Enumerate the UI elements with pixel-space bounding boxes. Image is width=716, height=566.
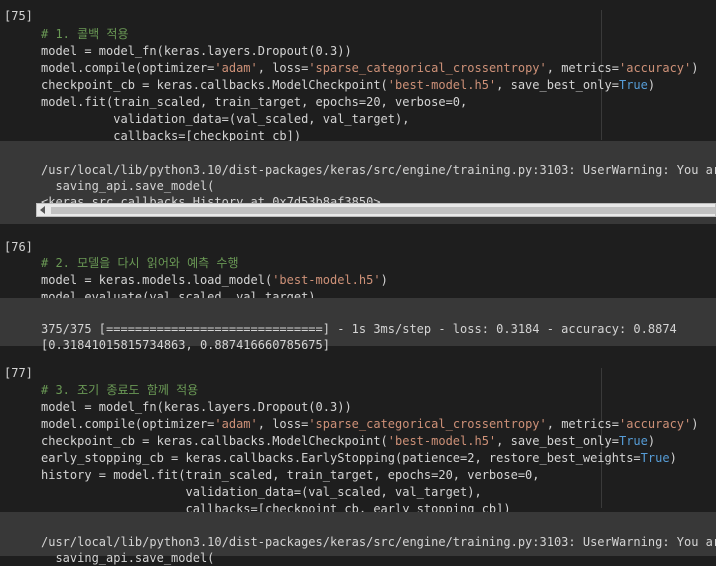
code-string: 'sparse_categorical_crossentropy' — [308, 417, 547, 431]
scroll-thumb[interactable] — [51, 207, 715, 214]
output-text: /usr/local/lib/python3.10/dist-packages/… — [41, 518, 716, 566]
code-line: model.compile(optimizer= — [41, 417, 215, 431]
code-editor[interactable]: # 1. 콜백 적용 model = model_fn(keras.layers… — [41, 9, 698, 145]
code-cell-77[interactable]: [77] # 3. 조기 종료도 함께 적용 model = model_fn(… — [0, 358, 716, 516]
execution-count: [75] — [4, 9, 33, 23]
code-keyword: True — [618, 434, 648, 448]
code-line: , metrics= — [546, 61, 619, 75]
result-line: [0.31841015815734863, 0.887416660785675] — [41, 338, 330, 352]
execution-count: [77] — [4, 366, 33, 380]
code-comment: # 2. 모델을 다시 읽어와 예측 수행 — [41, 256, 239, 270]
warning-line: /usr/local/lib/python3.10/dist-packages/… — [41, 163, 716, 177]
code-string: 'adam' — [214, 417, 258, 431]
code-line: checkpoint_cb = keras.callbacks.ModelChe… — [41, 78, 388, 92]
code-line: model = model_fn(keras.layers.Dropout( — [41, 400, 316, 414]
code-line: , metrics= — [546, 417, 619, 431]
output-text: /usr/local/lib/python3.10/dist-packages/… — [41, 146, 716, 210]
code-line: model.compile(optimizer= — [41, 61, 215, 75]
code-string: 'best-model.h5' — [387, 78, 497, 92]
code-string: 'adam' — [214, 61, 258, 75]
code-number: 0.3 — [315, 400, 338, 414]
horizontal-scrollbar[interactable] — [36, 203, 716, 217]
code-line: , loss= — [257, 61, 309, 75]
code-string: 'accuracy' — [619, 417, 692, 431]
code-keyword: True — [618, 78, 648, 92]
cell-output-77: /usr/local/lib/python3.10/dist-packages/… — [0, 512, 716, 565]
code-line: validation_data=(val_scaled, val_target)… — [41, 485, 482, 499]
cell-output-76: 375/375 [==============================]… — [0, 298, 716, 352]
code-line: ) — [669, 451, 677, 465]
progress-line: 375/375 [==============================]… — [41, 322, 677, 336]
output-text: 375/375 [==============================]… — [41, 305, 677, 353]
code-line: ) — [380, 273, 388, 287]
code-number: 0.3 — [315, 44, 338, 58]
code-line: history = model.fit(train_scaled, train_… — [41, 468, 540, 482]
code-line: ) — [691, 61, 699, 75]
code-string: 'sparse_categorical_crossentropy' — [308, 61, 547, 75]
code-editor[interactable]: # 3. 조기 종료도 함께 적용 model = model_fn(keras… — [41, 365, 698, 518]
code-string: 'accuracy' — [619, 61, 692, 75]
code-line: model = keras.models.load_model( — [41, 273, 273, 287]
code-line: )) — [337, 44, 352, 58]
code-line: model = model_fn(keras.layers.Dropout( — [41, 44, 316, 58]
code-line: checkpoint_cb = keras.callbacks.ModelChe… — [41, 434, 388, 448]
code-line: early_stopping_cb = keras.callbacks.Earl… — [41, 451, 641, 465]
code-line: , save_best_only= — [496, 434, 619, 448]
code-line: ) — [647, 434, 656, 448]
warning-line: /usr/local/lib/python3.10/dist-packages/… — [41, 535, 716, 549]
code-line: model.fit(train_scaled, train_target, ep… — [41, 95, 468, 109]
code-comment: # 3. 조기 종료도 함께 적용 — [41, 383, 199, 397]
code-line: )) — [337, 400, 352, 414]
code-comment: # 1. 콜백 적용 — [41, 27, 129, 41]
cell-output-75: /usr/local/lib/python3.10/dist-packages/… — [0, 141, 716, 224]
warning-line: saving_api.save_model( — [41, 179, 215, 193]
code-line: , save_best_only= — [496, 78, 619, 92]
code-keyword: True — [640, 451, 670, 465]
code-string: 'best-model.h5' — [387, 434, 497, 448]
scroll-left-arrow-icon[interactable] — [40, 206, 45, 214]
warning-line: saving_api.save_model( — [41, 551, 215, 565]
code-line: , loss= — [257, 417, 309, 431]
code-cell-76[interactable]: [76] # 2. 모델을 다시 읽어와 예측 수행 model = keras… — [0, 232, 716, 304]
code-line: ) — [647, 78, 656, 92]
code-line: ) — [691, 417, 699, 431]
code-cell-75[interactable]: [75] # 1. 콜백 적용 model = model_fn(keras.l… — [0, 0, 716, 143]
code-editor[interactable]: # 2. 모델을 다시 읽어와 예측 수행 model = keras.mode… — [41, 238, 388, 306]
execution-count: [76] — [4, 240, 33, 254]
code-line: validation_data=(val_scaled, val_target)… — [41, 112, 410, 126]
code-string: 'best-model.h5' — [272, 273, 381, 287]
